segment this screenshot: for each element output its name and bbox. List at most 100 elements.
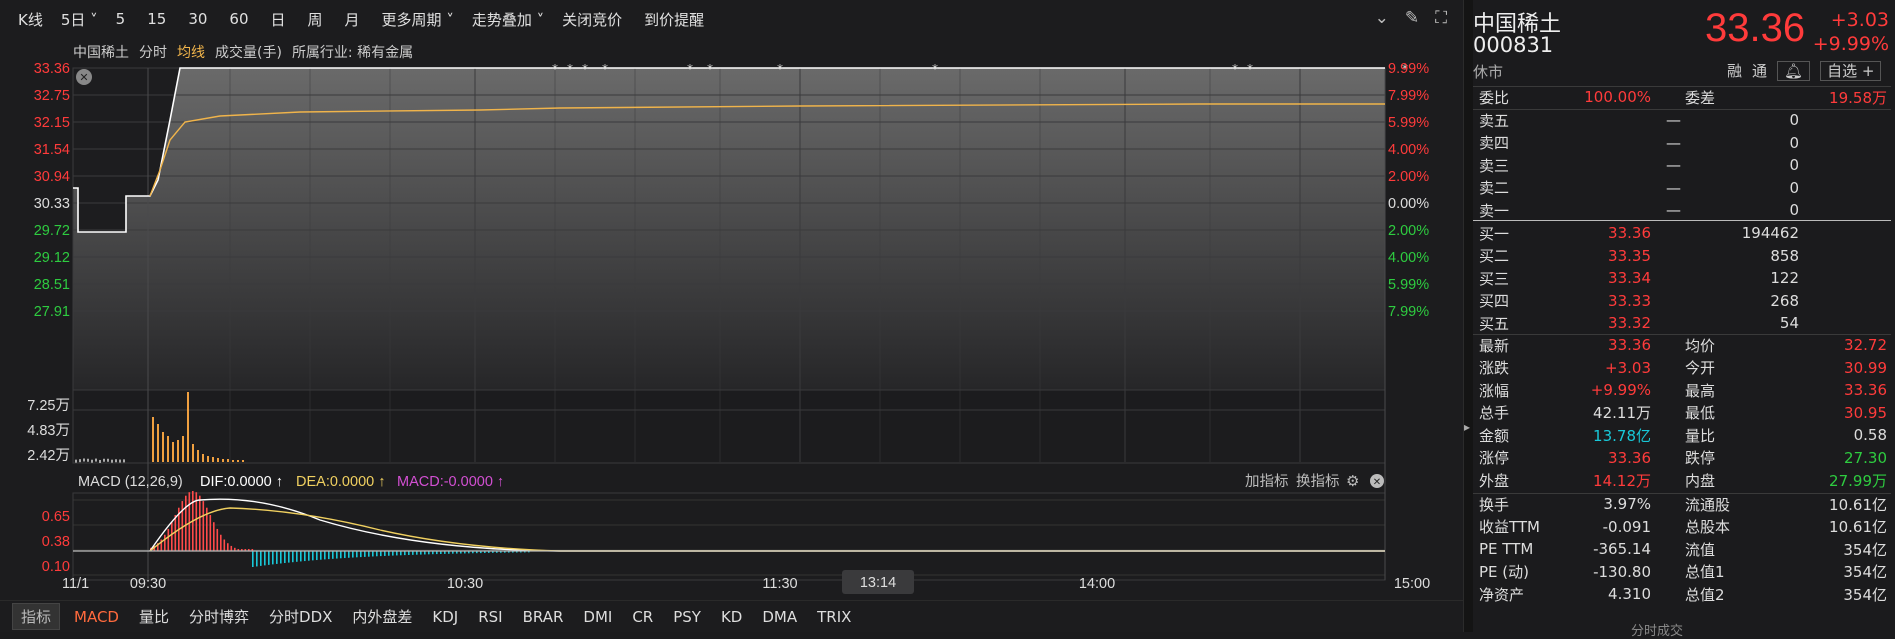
more-periods-dropdown[interactable]: 更多周期 ˅ xyxy=(382,9,454,30)
event-marker[interactable]: * xyxy=(777,62,783,76)
stat-label: 均价 xyxy=(1685,335,1715,356)
collapse-circle-icon[interactable]: ⌄ xyxy=(1375,8,1389,28)
buy-level-label: 买五 xyxy=(1479,313,1509,334)
volume-bar xyxy=(79,459,81,462)
fund-label: 总值1 xyxy=(1685,561,1725,582)
volume-bar xyxy=(237,460,239,462)
fullscreen-icon[interactable]: ⛶ xyxy=(1435,8,1447,28)
buy-level-row[interactable]: 买二 33.35 858 xyxy=(1473,245,1891,268)
stat-label: 涨停 xyxy=(1479,447,1509,468)
swap-indicator-button[interactable]: 换指标 xyxy=(1296,473,1340,490)
sell-level-row[interactable]: 卖二 — 0 xyxy=(1473,177,1891,200)
gear-icon[interactable]: ⚙ xyxy=(1346,472,1359,490)
stat-label: 跌停 xyxy=(1685,447,1715,468)
indicator-cr[interactable]: CR xyxy=(632,608,653,626)
tab-30min[interactable]: 30 xyxy=(188,10,207,28)
macd-bar xyxy=(171,522,173,551)
volume-bar xyxy=(119,460,121,463)
macd-bar xyxy=(308,551,310,561)
volume-bar xyxy=(87,459,89,462)
fund-value: 10.61亿 xyxy=(1829,494,1887,515)
indicator-dmi[interactable]: DMI xyxy=(583,608,612,626)
macd-bar xyxy=(388,551,390,556)
indicator-ddx[interactable]: 分时DDX xyxy=(269,606,332,627)
sell-level-volume: 0 xyxy=(1789,201,1799,219)
event-marker[interactable]: * xyxy=(582,62,588,76)
pct-tick: 4.00% xyxy=(1388,250,1429,266)
buy-level-row[interactable]: 买五 33.32 54 xyxy=(1473,312,1891,335)
volume-bar xyxy=(182,436,184,462)
buy-level-row[interactable]: 买四 33.33 268 xyxy=(1473,290,1891,313)
sell-level-row[interactable]: 卖四 — 0 xyxy=(1473,132,1891,155)
indicator-tag[interactable]: 指标 xyxy=(12,603,60,630)
panel-splitter[interactable]: ▸ xyxy=(1463,0,1473,632)
indicator-kdj[interactable]: KDJ xyxy=(432,608,458,626)
indicator-psy[interactable]: PSY xyxy=(673,608,701,626)
price-axis-left: 33.36 32.75 32.15 31.54 30.94 30.33 29.72 29.12… xyxy=(34,61,70,320)
close-icon[interactable]: ✕ xyxy=(79,71,88,84)
fund-row: PE TTM -365.14 流值 354亿 xyxy=(1473,538,1891,561)
tab-60min[interactable]: 60 xyxy=(229,10,248,28)
sell-level-row[interactable]: 卖三 — 0 xyxy=(1473,154,1891,177)
tab-5day[interactable]: 5日 ˅ xyxy=(61,9,98,30)
add-watchlist-button[interactable]: 自选 + xyxy=(1820,61,1881,81)
sell-level-row[interactable]: 卖五 — 0 xyxy=(1473,109,1891,132)
overlay-dropdown[interactable]: 走势叠加 ˅ xyxy=(472,9,544,30)
add-indicator-button[interactable]: 加指标 xyxy=(1245,473,1289,490)
indicator-rsi[interactable]: RSI xyxy=(478,608,502,626)
indicator-inout[interactable]: 内外盘差 xyxy=(352,606,412,627)
buy-level-row[interactable]: 买三 33.34 122 xyxy=(1473,267,1891,290)
indicator-dma[interactable]: DMA xyxy=(762,608,797,626)
sell-level-row[interactable]: 卖一 — 0 xyxy=(1473,199,1891,222)
indicator-brar[interactable]: BRAR xyxy=(523,608,564,626)
volume-bar xyxy=(111,460,113,463)
fund-label: 换手 xyxy=(1479,494,1509,515)
event-marker[interactable]: * xyxy=(707,62,713,76)
buy-level-price: 33.35 xyxy=(1608,247,1651,265)
indicator-game[interactable]: 分时博弈 xyxy=(189,606,249,627)
event-marker[interactable]: * xyxy=(1232,62,1238,76)
connect-button[interactable]: 通 xyxy=(1752,60,1767,81)
pct-tick: 7.99% xyxy=(1388,304,1429,320)
tab-15min[interactable]: 15 xyxy=(147,10,166,28)
tab-kline[interactable]: K线 xyxy=(18,9,43,30)
event-marker[interactable]: * xyxy=(687,62,693,76)
indicator-macd[interactable]: MACD xyxy=(74,608,119,626)
macd-bar xyxy=(384,551,386,556)
pct-tick: 5.99% xyxy=(1388,115,1429,131)
volume-tick: 7.25万 xyxy=(27,398,70,414)
fund-label: PE TTM xyxy=(1479,540,1533,558)
event-marker[interactable]: * xyxy=(567,62,573,76)
price-tick: 28.51 xyxy=(34,277,70,293)
macd-bar xyxy=(224,540,226,551)
tab-day[interactable]: 日 xyxy=(271,9,286,30)
chevron-down-icon: ˅ xyxy=(537,11,545,29)
margin-button[interactable]: 融 xyxy=(1727,60,1742,81)
intraday-chart[interactable]: * * * * * * * * * * * 33.3632.7532.1531.5430.9430.… xyxy=(0,38,1463,600)
tab-month[interactable]: 月 xyxy=(345,9,360,30)
tick-trades-tab[interactable]: 分时成交 xyxy=(1631,620,1683,639)
event-marker[interactable]: * xyxy=(1247,62,1253,76)
price-alert-button[interactable]: 到价提醒 xyxy=(644,9,704,30)
stat-value: 30.99 xyxy=(1844,359,1887,377)
indicator-kd[interactable]: KD xyxy=(721,608,742,626)
collapse-arrow-icon[interactable]: ▸ xyxy=(1464,420,1470,434)
macd-bar xyxy=(276,551,278,564)
stat-value: 13.78亿 xyxy=(1593,425,1651,446)
tab-week[interactable]: 周 xyxy=(308,9,323,30)
close-icon[interactable]: ✕ xyxy=(1373,477,1381,488)
event-marker[interactable]: * xyxy=(602,62,608,76)
tab-5min[interactable]: 5 xyxy=(116,10,126,28)
indicator-trix[interactable]: TRIX xyxy=(817,608,851,626)
price-tick: 32.75 xyxy=(34,88,70,104)
event-marker[interactable]: * xyxy=(552,62,558,76)
sell-level-label: 卖五 xyxy=(1479,110,1509,131)
volume-bar xyxy=(83,458,85,461)
buy-level-row[interactable]: 买一 33.36 194462 xyxy=(1473,222,1891,245)
close-auction-button[interactable]: 关闭竞价 xyxy=(562,9,622,30)
pen-draw-icon[interactable]: ✎ xyxy=(1405,8,1419,28)
stat-value: 33.36 xyxy=(1608,449,1651,467)
bell-icon[interactable]: 🔔︎ xyxy=(1777,61,1810,81)
event-marker[interactable]: * xyxy=(932,62,938,76)
indicator-volratio[interactable]: 量比 xyxy=(139,606,169,627)
